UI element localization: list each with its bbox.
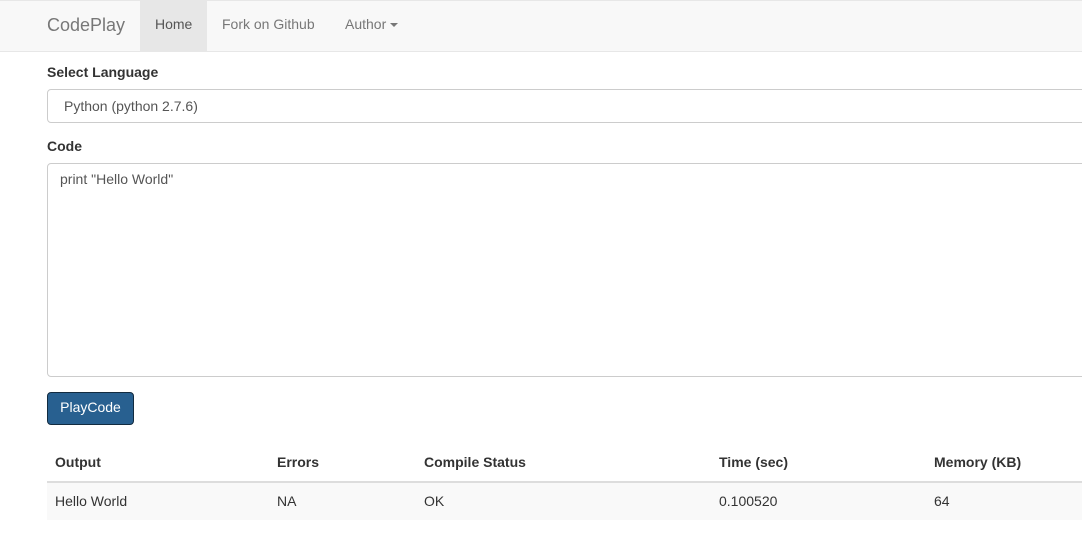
nav-home-label: Home	[155, 16, 193, 32]
navbar: CodePlay Home Fork on Github Author	[0, 0, 1082, 52]
cell-output: Hello World	[55, 493, 128, 509]
language-select[interactable]: Python (python 2.7.6)	[47, 89, 1082, 123]
cell-time: 0.100520	[719, 493, 778, 509]
code-label: Code	[47, 138, 82, 154]
nav-home[interactable]: Home	[140, 1, 208, 51]
cell-compile-status: OK	[424, 493, 445, 509]
cell-memory: 64	[934, 493, 950, 509]
header-time: Time (sec)	[719, 454, 788, 470]
language-select-value: Python (python 2.7.6)	[64, 98, 198, 114]
nav-fork-label: Fork on Github	[222, 16, 315, 32]
caret-down-icon	[390, 23, 399, 28]
nav-author-dropdown[interactable]: Author	[330, 1, 413, 51]
header-output: Output	[55, 454, 101, 470]
table-header-row: Output Errors Compile Status Time (sec) …	[47, 442, 1082, 483]
table-row: Hello World NA OK 0.100520 64	[47, 483, 1082, 520]
nav-author-label: Author	[345, 16, 387, 32]
results-table: Output Errors Compile Status Time (sec) …	[47, 442, 1082, 520]
header-compile-status: Compile Status	[424, 454, 526, 470]
nav-fork-on-github[interactable]: Fork on Github	[207, 1, 330, 51]
code-editor[interactable]: print "Hello World"	[47, 163, 1082, 377]
brand-link[interactable]: CodePlay	[47, 14, 125, 36]
header-errors: Errors	[277, 454, 320, 470]
language-label: Select Language	[47, 64, 159, 80]
cell-errors: NA	[277, 493, 297, 509]
header-memory: Memory (KB)	[934, 454, 1022, 470]
playcode-button[interactable]: PlayCode	[47, 392, 134, 425]
